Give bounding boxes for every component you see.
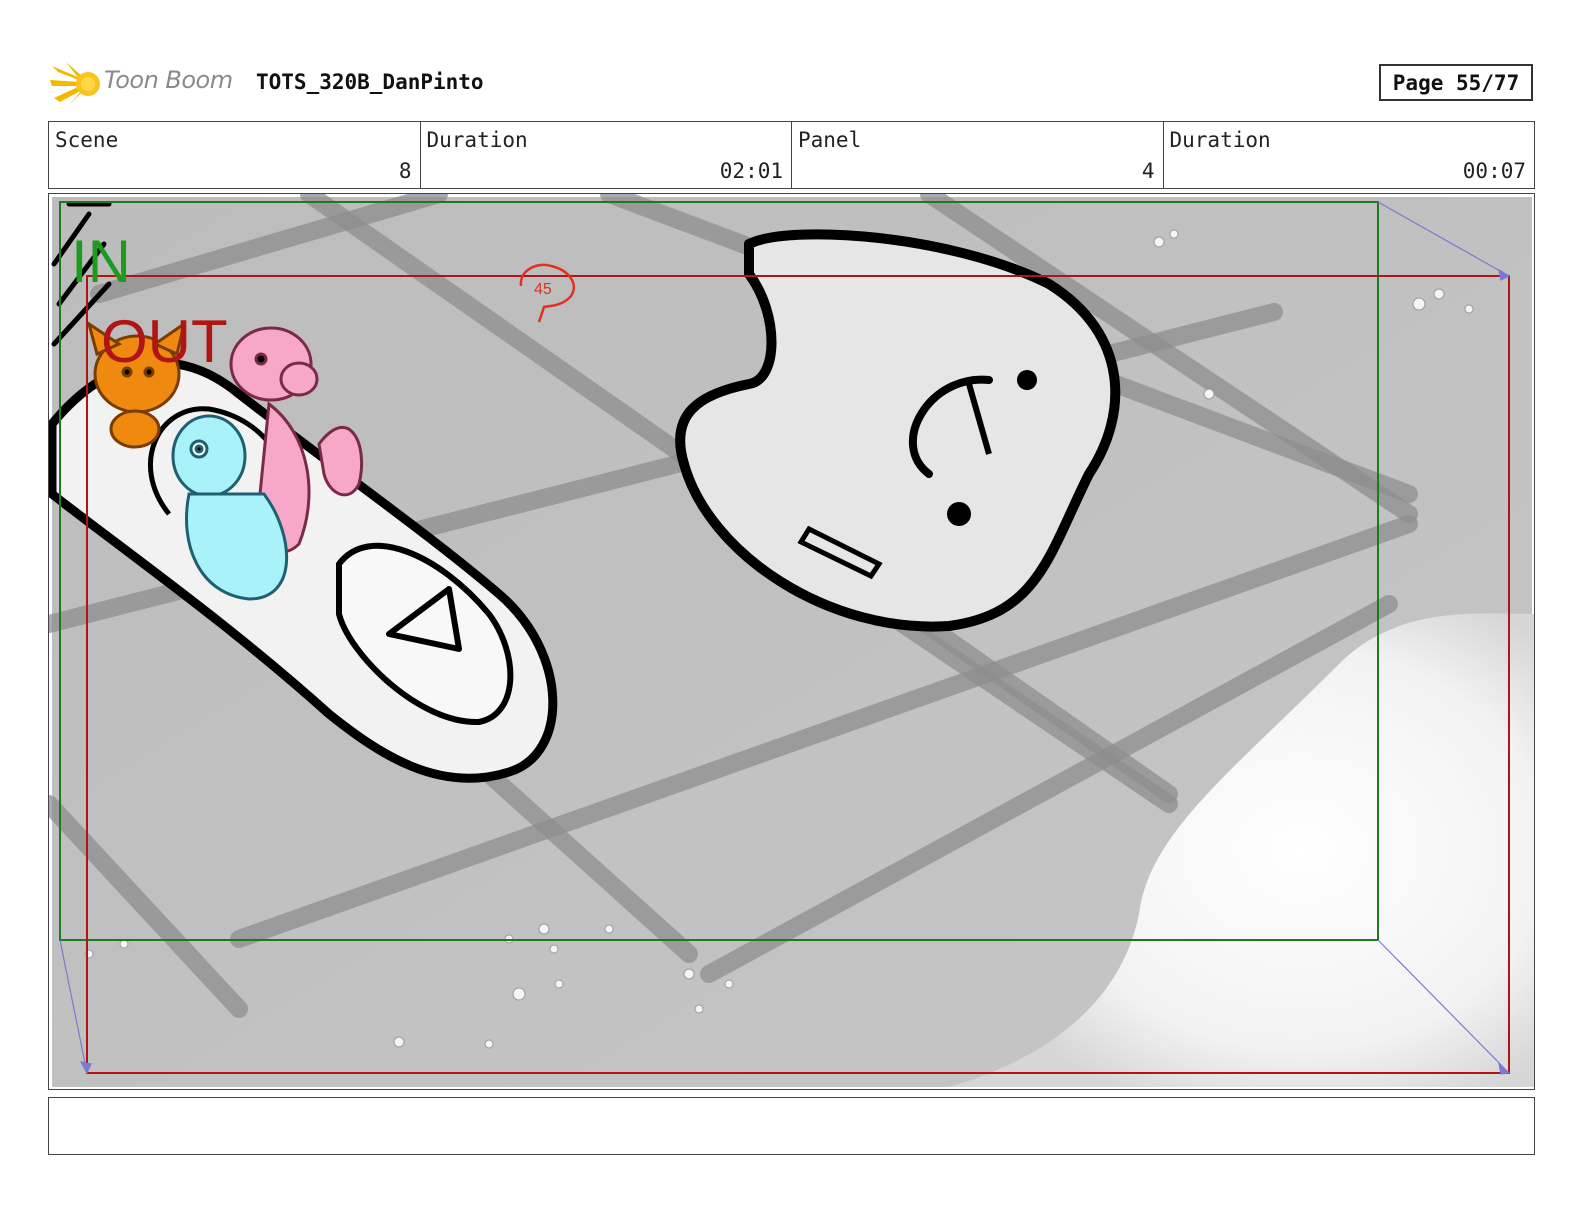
scene-duration-value: 02:01 <box>719 159 783 183</box>
toon-boom-logo-icon <box>50 62 100 106</box>
project-title: TOTS_320B_DanPinto <box>256 70 484 94</box>
storyboard-panel: IN OUT 45 <box>48 193 1535 1090</box>
panel-cell: Panel 4 <box>792 122 1164 188</box>
scene-label: Scene <box>55 128 119 152</box>
scene-duration-label: Duration <box>426 128 528 152</box>
scene-value: 8 <box>398 159 412 183</box>
doodle-text: 45 <box>534 281 552 298</box>
panel-artwork: IN OUT 45 <box>49 194 1534 1087</box>
out-marker: OUT <box>101 308 228 375</box>
panel-label: Panel <box>798 128 862 152</box>
page-indicator: Page 55/77 <box>1379 64 1533 101</box>
scene-cell: Scene 8 <box>49 122 421 188</box>
scene-duration-cell: Duration 02:01 <box>421 122 792 188</box>
in-marker: IN <box>71 228 131 295</box>
panel-duration-label: Duration <box>1169 128 1271 152</box>
panel-value: 4 <box>1141 159 1155 183</box>
panel-duration-value: 00:07 <box>1462 159 1526 183</box>
panel-notes <box>48 1097 1535 1155</box>
brand-name: Toon Boom <box>104 66 233 94</box>
panel-duration-cell: Duration 00:07 <box>1164 122 1535 188</box>
scene-info-table: Scene 8 Duration 02:01 Panel 4 Duration … <box>48 121 1535 189</box>
